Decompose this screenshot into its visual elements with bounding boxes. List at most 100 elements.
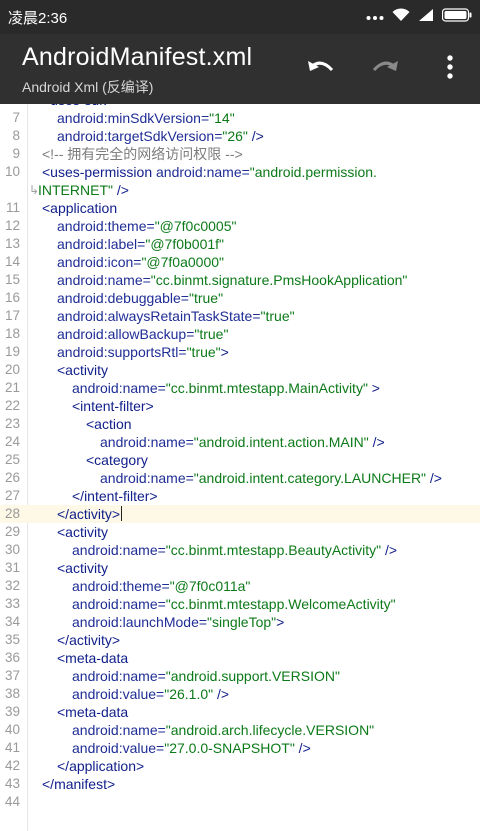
code-line[interactable]: 11 <application: [0, 199, 480, 217]
code-line[interactable]: 41 android:value="27.0.0-SNAPSHOT" />: [0, 739, 480, 757]
code-text: android:name="android.support.VERSION": [72, 667, 340, 685]
xml-attribute: android:debuggable=: [57, 290, 189, 306]
xml-attribute: android:value=: [72, 740, 165, 756]
signal-icon: [418, 8, 434, 27]
code-line[interactable]: 10 <uses-permission android:name="android…: [0, 163, 480, 181]
code-line[interactable]: 40 android:name="android.arch.lifecycle.V…: [0, 721, 480, 739]
code-line[interactable]: 44: [0, 793, 480, 811]
code-line[interactable]: 7 android:minSdkVersion="14": [0, 109, 480, 127]
xml-tag: />: [381, 542, 398, 558]
line-number: 37: [4, 668, 20, 683]
code-line[interactable]: 31 <activity: [0, 559, 480, 577]
xml-tag: </application>: [57, 758, 145, 774]
code-line[interactable]: 21 android:name="cc.binmt.mtestapp.MainAc…: [0, 379, 480, 397]
code-text: <action: [86, 415, 132, 433]
line-number: 9: [12, 146, 20, 161]
line-number: 40: [4, 722, 20, 737]
code-line[interactable]: 13 android:label="@7f0b001f": [0, 235, 480, 253]
xml-tag: <application: [42, 200, 118, 216]
code-line[interactable]: ↳ INTERNET" />: [0, 181, 480, 199]
xml-attribute: android:name=: [72, 668, 166, 684]
code-line[interactable]: 23 <action: [0, 415, 480, 433]
line-number: 12: [4, 218, 20, 233]
xml-tag: />: [213, 686, 230, 702]
line-number: 24: [4, 434, 20, 449]
xml-value: "true": [194, 326, 229, 342]
code-text: <category: [86, 451, 148, 469]
line-number: 35: [4, 632, 20, 647]
xml-attribute: android:supportsRtl=: [57, 344, 187, 360]
more-vert-icon: [447, 54, 453, 84]
xml-tag: />: [247, 128, 264, 144]
xml-tag: />: [426, 470, 442, 486]
code-line[interactable]: 33 android:name="cc.binmt.mtestapp.Welcom…: [0, 595, 480, 613]
code-line[interactable]: 30 android:name="cc.binmt.mtestapp.Beauty…: [0, 541, 480, 559]
code-line[interactable]: 9 <!-- 拥有完全的网络访问权限 -->: [0, 145, 480, 163]
code-text: android:icon="@7f0a0000": [57, 253, 224, 271]
xml-comment: <!-- 拥有完全的网络访问权限 -->: [42, 146, 243, 162]
code-line[interactable]: 34 android:launchMode="singleTop">: [0, 613, 480, 631]
xml-tag: </activity>: [57, 632, 121, 648]
code-text: android:debuggable="true": [57, 289, 223, 307]
xml-value: "@7f0b001f": [145, 236, 225, 252]
code-text: android:name="android.intent.category.LA…: [100, 469, 442, 487]
code-text: android:name="cc.binmt.mtestapp.WelcomeA…: [72, 595, 396, 613]
code-text: android:targetSdkVersion="26" />: [57, 127, 264, 145]
line-number: 29: [4, 524, 20, 539]
xml-attribute: android:value=: [72, 686, 165, 702]
code-lines[interactable]: 6<uses-sdk7android:minSdkVersion="14"8an…: [0, 104, 480, 811]
line-number: 31: [4, 560, 20, 575]
code-line[interactable]: 14 android:icon="@7f0a0000": [0, 253, 480, 271]
code-line[interactable]: 26 android:name="android.intent.category.…: [0, 469, 480, 487]
more-options-button[interactable]: [432, 51, 468, 87]
xml-tag: </manifest>: [42, 776, 116, 792]
xml-attribute: android:theme=: [57, 218, 155, 234]
code-line[interactable]: 35 </activity>: [0, 631, 480, 649]
code-line[interactable]: 17 android:alwaysRetainTaskState="true": [0, 307, 480, 325]
xml-attribute: android:name=: [100, 470, 194, 486]
code-line[interactable]: 20 <activity: [0, 361, 480, 379]
redo-button[interactable]: [367, 51, 403, 87]
undo-button[interactable]: [303, 51, 339, 87]
xml-tag: <action: [86, 416, 132, 432]
code-line[interactable]: 29 <activity: [0, 523, 480, 541]
code-line[interactable]: 28 </activity>: [0, 505, 480, 523]
code-line[interactable]: 39 <meta-data: [0, 703, 480, 721]
xml-tag: </intent-filter>: [72, 488, 158, 504]
xml-value: "26.1.0": [164, 686, 214, 702]
code-line[interactable]: 43 </manifest>: [0, 775, 480, 793]
code-line[interactable]: 27 </intent-filter>: [0, 487, 480, 505]
line-number: 44: [4, 794, 20, 809]
code-line[interactable]: 38 android:value="26.1.0" />: [0, 685, 480, 703]
line-number: 23: [4, 416, 20, 431]
code-text: <application: [42, 199, 117, 217]
code-line[interactable]: 12 android:theme="@7f0c0005": [0, 217, 480, 235]
code-line[interactable]: 8 android:targetSdkVersion="26" />: [0, 127, 480, 145]
xml-value: "26": [222, 128, 248, 144]
code-editor[interactable]: 6<uses-sdk7android:minSdkVersion="14"8an…: [0, 104, 480, 831]
xml-value: "27.0.0-SNAPSHOT": [164, 740, 295, 756]
code-line[interactable]: 37 android:name="android.support.VERSION": [0, 667, 480, 685]
code-line[interactable]: 19 android:supportsRtl="true">: [0, 343, 480, 361]
xml-value: "cc.binmt.mtestapp.WelcomeActivity": [165, 596, 396, 612]
xml-attribute: android:name=: [100, 434, 194, 450]
code-line[interactable]: 25 <category: [0, 451, 480, 469]
line-number: 36: [4, 650, 20, 665]
code-line[interactable]: 42 </application>: [0, 757, 480, 775]
code-text: </intent-filter>: [72, 487, 158, 505]
code-line[interactable]: 18 android:allowBackup="true": [0, 325, 480, 343]
code-line[interactable]: 16 android:debuggable="true": [0, 289, 480, 307]
code-line[interactable]: 32 android:theme="@7f0c011a": [0, 577, 480, 595]
code-line[interactable]: 24 android:name="android.intent.action.MA…: [0, 433, 480, 451]
code-line[interactable]: 15 android:name="cc.binmt.signature.PmsHo…: [0, 271, 480, 289]
xml-attribute: android:alwaysRetainTaskState=: [57, 308, 261, 324]
code-text: android:theme="@7f0c0005": [57, 217, 236, 235]
code-line[interactable]: 22 <intent-filter>: [0, 397, 480, 415]
line-number: 15: [4, 272, 20, 287]
xml-tag: <uses-permission: [42, 164, 156, 180]
code-line[interactable]: 36 <meta-data: [0, 649, 480, 667]
xml-tag: </activity>: [57, 506, 121, 522]
code-text: android:name="cc.binmt.signature.PmsHook…: [57, 271, 407, 289]
code-text: android:value="27.0.0-SNAPSHOT" />: [72, 739, 311, 757]
code-text: INTERNET" />: [38, 181, 129, 199]
